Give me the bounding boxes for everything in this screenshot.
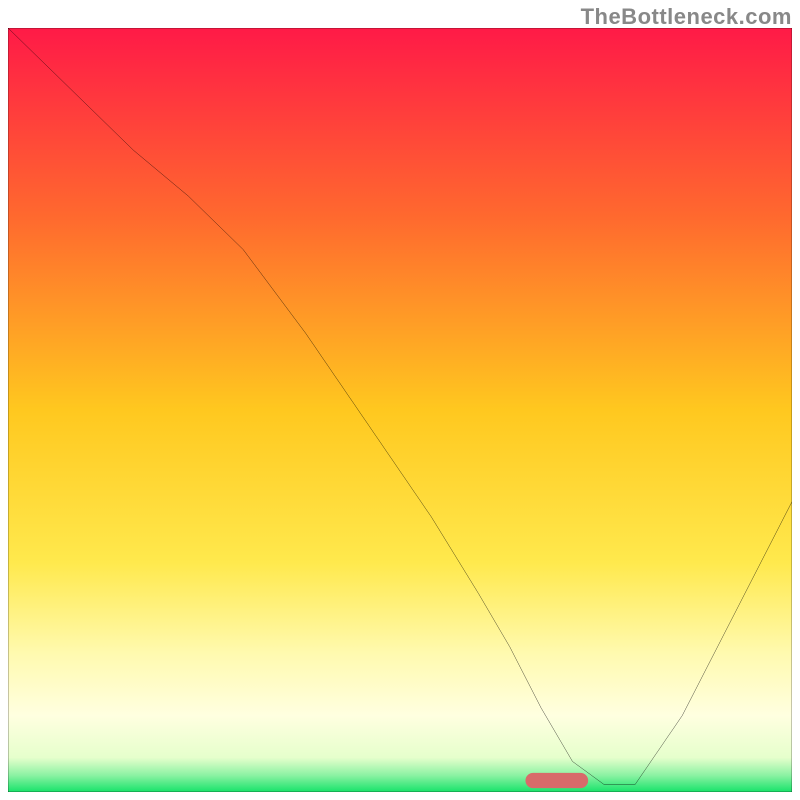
watermark-text: TheBottleneck.com xyxy=(581,4,792,30)
bottleneck-marker xyxy=(525,773,588,788)
chart-svg xyxy=(8,28,792,792)
chart-stage: TheBottleneck.com xyxy=(0,0,800,800)
